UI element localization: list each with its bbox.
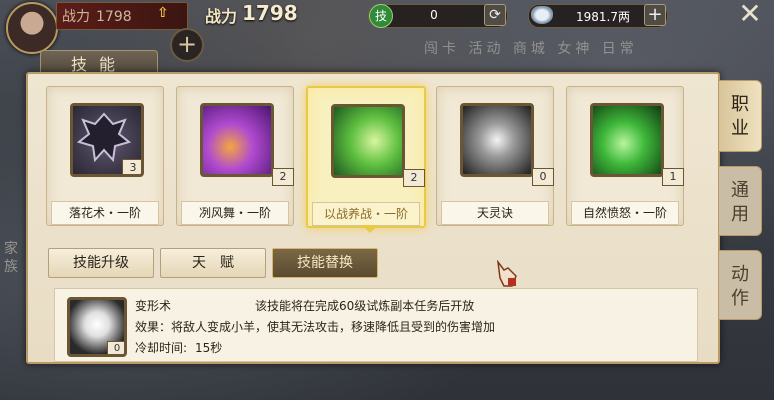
background-family-text: 家族	[4, 241, 18, 275]
skill-count: 3	[122, 159, 141, 174]
skill-name: 以战养战・一阶	[312, 202, 420, 226]
side-tab-class[interactable]: 职业	[718, 80, 762, 152]
cooldown-value: 15秒	[195, 341, 223, 355]
combat-power-value: 1798	[242, 1, 298, 25]
top-bar: 战力 1798 ⇧ + 战力 1798 技 0 ⟳ 1981.7两 + ✕	[0, 0, 774, 62]
detail-skill-icon: 0	[67, 297, 127, 357]
skill-name: 落花术・一阶	[51, 201, 159, 225]
skill-point-value: 0	[430, 8, 438, 22]
skill-replace-button[interactable]: 技能替换	[272, 248, 378, 278]
skill-name: 自然愤怒・一阶	[571, 201, 679, 225]
skill-effect: 效果：将敌人变成小羊，使其无法攻击，移速降低且受到的伤害增加	[135, 320, 496, 334]
skill-point-icon: 技	[369, 4, 393, 28]
skill-count: 0	[532, 168, 554, 186]
side-tab-general[interactable]: 通用	[718, 166, 762, 236]
skill-count: 2	[272, 168, 294, 186]
side-tab-label: 通用	[731, 180, 749, 225]
silver-value: 1981.7两	[576, 10, 630, 24]
skill-count: 1	[662, 168, 684, 186]
arrow-up-icon: ⇧	[157, 5, 169, 21]
combat-power-label: 战力	[205, 7, 238, 26]
selection-pointer	[362, 225, 378, 233]
skill-card-ziranfennu[interactable]: 1 自然愤怒・一阶	[566, 86, 684, 226]
side-tab-label: 动作	[731, 264, 749, 309]
background-menu-text: 闯卡 活动 商城 女神 日常	[424, 41, 638, 57]
detail-skill-count: 0	[107, 341, 124, 354]
skill-icon	[200, 103, 274, 177]
silver-ingot-icon	[531, 6, 553, 24]
skill-name: 冽风舞・一阶	[181, 201, 289, 225]
player-power: 战力 1798	[62, 6, 132, 26]
player-power-value: 1798	[96, 9, 132, 25]
side-tab-action[interactable]: 动作	[718, 250, 762, 320]
skill-card-luohuashu[interactable]: 3 落花术・一阶	[46, 86, 164, 226]
skill-detail-box: 0 变形术 该技能将在完成60级试炼副本任务后开放 效果：将敌人变成小羊，使其无…	[54, 288, 698, 362]
detail-skill-name: 变形术	[135, 299, 172, 313]
skill-card-yizhanyangzhan[interactable]: 2 以战养战・一阶	[306, 86, 426, 233]
skill-icon	[460, 103, 534, 177]
skill-card-tianlingjue[interactable]: 0 天灵诀	[436, 86, 554, 226]
side-tab-label: 职业	[731, 94, 749, 139]
skill-card-liefengwu[interactable]: 2 冽风舞・一阶	[176, 86, 294, 226]
skill-upgrade-button[interactable]: 技能升级	[48, 248, 154, 278]
close-button[interactable]: ✕	[732, 0, 768, 30]
skill-icon	[331, 104, 405, 178]
player-power-label: 战力	[62, 9, 90, 25]
skill-icon	[590, 103, 664, 177]
pointing-hand-icon	[496, 260, 517, 287]
talent-button[interactable]: 天 赋	[160, 248, 266, 278]
cooldown-label: 冷却时间:	[135, 341, 188, 355]
skill-name: 天灵诀	[441, 201, 549, 225]
expand-plus-button[interactable]: +	[170, 28, 204, 62]
unlock-note: 该技能将在完成60级试炼副本任务后开放	[255, 299, 475, 313]
skill-count: 2	[403, 169, 425, 187]
skill-icon: 3	[70, 103, 144, 177]
refresh-button[interactable]: ⟳	[484, 4, 506, 26]
player-avatar[interactable]	[6, 2, 58, 54]
add-silver-button[interactable]: +	[644, 4, 666, 26]
